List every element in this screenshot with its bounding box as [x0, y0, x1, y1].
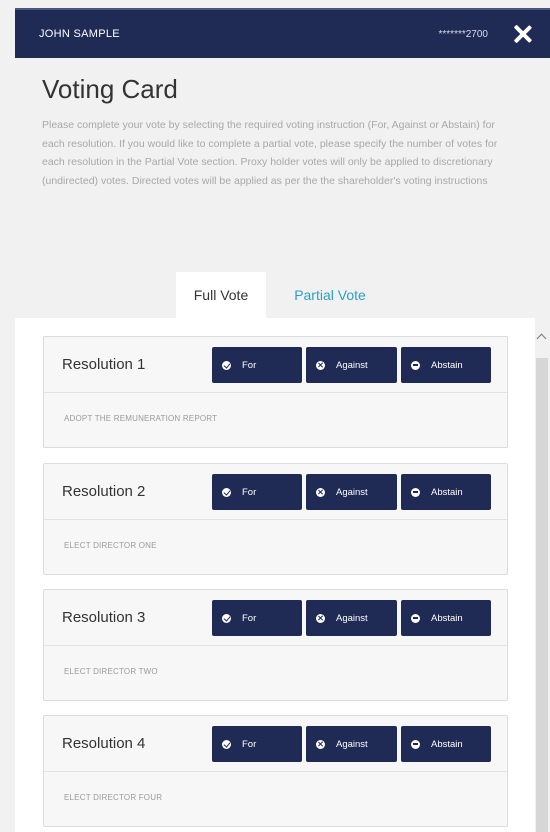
- vote-for-button[interactable]: For: [212, 474, 302, 510]
- scrollbar[interactable]: [536, 358, 548, 832]
- vote-abstain-button[interactable]: Abstain: [401, 347, 491, 383]
- vote-for-button[interactable]: For: [212, 600, 302, 636]
- vote-against-button[interactable]: Against: [306, 474, 397, 510]
- resolution-description: ADOPT THE REMUNERATION REPORT: [64, 414, 218, 423]
- minus-circle-icon: [411, 613, 420, 623]
- user-name: JOHN SAMPLE: [39, 28, 120, 40]
- check-circle-icon: [222, 613, 231, 623]
- voting-instructions: Please complete your vote by selecting t…: [42, 119, 498, 187]
- vote-for-button[interactable]: For: [212, 726, 302, 762]
- vote-for-button[interactable]: For: [212, 347, 302, 383]
- check-circle-icon: [222, 739, 231, 749]
- resolution-title: Resolution 3: [62, 609, 146, 626]
- resolution-card: Resolution 1 For Against Abstain ADOPT T…: [43, 336, 508, 448]
- resolution-card: Resolution 4 For Against Abstain ELECT D…: [43, 715, 508, 827]
- resolution-title: Resolution 4: [62, 735, 146, 752]
- resolution-title: Resolution 2: [62, 483, 146, 500]
- tab-full-vote[interactable]: Full Vote: [176, 272, 266, 318]
- chevron-up-icon[interactable]: [536, 330, 548, 344]
- x-circle-icon: [316, 739, 325, 749]
- minus-circle-icon: [411, 360, 420, 370]
- resolution-card: Resolution 2 For Against Abstain ELECT D…: [43, 463, 508, 575]
- resolution-card: Resolution 3 For Against Abstain ELECT D…: [43, 589, 508, 701]
- x-circle-icon: [316, 487, 325, 497]
- vote-abstain-button[interactable]: Abstain: [401, 726, 491, 762]
- resolution-description: ELECT DIRECTOR ONE: [64, 541, 157, 550]
- vote-abstain-button[interactable]: Abstain: [401, 474, 491, 510]
- vote-against-button[interactable]: Against: [306, 726, 397, 762]
- minus-circle-icon: [411, 739, 420, 749]
- x-circle-icon: [316, 613, 325, 623]
- app-header: JOHN SAMPLE *******2700: [15, 8, 550, 58]
- vote-against-button[interactable]: Against: [306, 600, 397, 636]
- close-icon[interactable]: [512, 24, 532, 44]
- resolution-description: ELECT DIRECTOR TWO: [64, 667, 158, 676]
- resolution-title: Resolution 1: [62, 356, 146, 373]
- vote-against-button[interactable]: Against: [306, 347, 397, 383]
- check-circle-icon: [222, 487, 231, 497]
- check-circle-icon: [222, 360, 231, 370]
- minus-circle-icon: [411, 487, 420, 497]
- page-title: Voting Card: [42, 74, 178, 104]
- account-number: *******2700: [438, 28, 489, 40]
- vote-abstain-button[interactable]: Abstain: [401, 600, 491, 636]
- resolution-description: ELECT DIRECTOR FOUR: [64, 793, 163, 802]
- tab-partial-vote[interactable]: Partial Vote: [278, 272, 382, 318]
- x-circle-icon: [316, 360, 325, 370]
